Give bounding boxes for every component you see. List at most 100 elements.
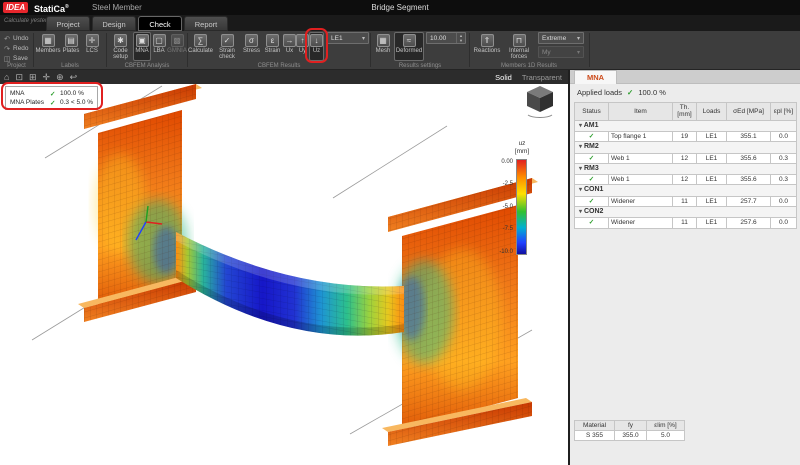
home-icon[interactable]: ⌂ bbox=[4, 70, 9, 84]
load-case-dropdown[interactable]: LE1▾ bbox=[327, 32, 369, 44]
pan-icon[interactable]: ✛ bbox=[43, 70, 51, 84]
brand-text: StatiCa bbox=[34, 4, 65, 14]
table-header-row: Status Item Th. [mm] Loads σEd [MPa] εpl… bbox=[575, 103, 797, 121]
deformed-button[interactable]: ≈Deformed bbox=[394, 32, 424, 61]
status-value: 100.0 % bbox=[60, 90, 84, 97]
cell-th: 19 bbox=[673, 131, 697, 141]
lba-button[interactable]: ▢LBA bbox=[151, 32, 167, 61]
cell-item: Widener bbox=[609, 218, 673, 228]
table-group-rm2[interactable]: ▾ RM2 bbox=[575, 142, 797, 153]
mesh-button[interactable]: ▦Mesh bbox=[372, 32, 394, 61]
code-setup-button[interactable]: ✱Code setup bbox=[108, 32, 133, 61]
collapse-icon[interactable]: ▾ bbox=[579, 144, 582, 150]
cell-loads: LE1 bbox=[697, 196, 727, 206]
table-row[interactable]: ✓ Widener 11 LE1 257.7 0.0 bbox=[575, 196, 797, 206]
previous-view-icon[interactable]: ↩ bbox=[70, 70, 78, 84]
table-row[interactable]: ✓ Web 1 12 LE1 355.6 0.3 bbox=[575, 153, 797, 163]
gmnia-label: GMNIA bbox=[167, 48, 187, 54]
ux-button[interactable]: →Ux bbox=[283, 32, 296, 61]
crossbeam-mesh[interactable] bbox=[176, 232, 404, 336]
plates-icon: ▤ bbox=[65, 34, 78, 47]
gmnia-button[interactable]: ▩GMNIA bbox=[167, 32, 187, 61]
table-row[interactable]: ✓ Web 1 12 LE1 355.6 0.3 bbox=[575, 175, 797, 185]
collapse-icon[interactable]: ▾ bbox=[579, 123, 582, 129]
uy-button[interactable]: ↑Uy bbox=[296, 32, 309, 61]
cell-eps: 0.0 bbox=[771, 131, 797, 141]
uz-button[interactable]: ↓Uz bbox=[309, 32, 324, 61]
internal-forces-icon: ⊓ bbox=[513, 34, 526, 47]
my-dropdown[interactable]: My▾ bbox=[538, 46, 584, 58]
calculate-icon: ∑ bbox=[194, 34, 207, 47]
zoom-in-icon[interactable]: ⊕ bbox=[56, 70, 64, 84]
app-window: IDEA StatiCa® Steel Member Bridge Segmen… bbox=[0, 0, 800, 465]
status-check-icon: ✓ bbox=[589, 198, 594, 205]
registered-mark: ® bbox=[65, 4, 69, 10]
fit-view-icon[interactable]: ⊡ bbox=[15, 70, 23, 84]
status-value: 0.3 < 5.0 % bbox=[60, 99, 93, 106]
collapse-icon[interactable]: ▾ bbox=[579, 187, 582, 193]
table-group-am1[interactable]: ▾ AM1 bbox=[575, 120, 797, 131]
ribbon-separator bbox=[370, 33, 371, 67]
ribbon-group-members-1d-results: ⇑Reactions ⊓Internal forces Extreme▾ My▾… bbox=[470, 31, 588, 70]
members-button[interactable]: ▦Members bbox=[36, 32, 60, 61]
reactions-button[interactable]: ⇑Reactions bbox=[472, 32, 502, 61]
collapse-icon[interactable]: ▾ bbox=[579, 209, 582, 215]
check-icon: ✓ bbox=[50, 99, 60, 107]
ribbon-group-results-settings: ▦Mesh ≈Deformed 10.00 ▴▾ Results setting… bbox=[372, 31, 468, 70]
transparent-mode-button[interactable]: Transparent bbox=[522, 73, 562, 82]
titlebar: IDEA StatiCa® Steel Member Bridge Segmen… bbox=[0, 0, 800, 15]
stress-button[interactable]: σStress bbox=[241, 32, 262, 61]
table-group-con2[interactable]: ▾ CON2 bbox=[575, 207, 797, 218]
lcs-button[interactable]: ✛LCS bbox=[82, 32, 102, 61]
tab-design[interactable]: Design bbox=[92, 16, 136, 31]
redo-button[interactable]: ↷Redo bbox=[3, 44, 29, 53]
col-loads: Loads bbox=[697, 103, 727, 121]
zoom-window-icon[interactable]: ⊞ bbox=[29, 70, 37, 84]
left-girder-mesh[interactable] bbox=[78, 84, 202, 322]
strain-button[interactable]: εStrain bbox=[262, 32, 283, 61]
legend-color-bar bbox=[516, 159, 527, 255]
save-icon: ◫ bbox=[3, 55, 11, 63]
col-sigma: σEd [MPa] bbox=[727, 103, 771, 121]
table-group-con1[interactable]: ▾ CON1 bbox=[575, 185, 797, 196]
group-name: CON1 bbox=[584, 186, 603, 193]
save-button[interactable]: ◫Save bbox=[3, 54, 29, 63]
tab-report[interactable]: Report bbox=[184, 16, 228, 31]
legend-tick: -5.0 bbox=[492, 204, 513, 210]
cell-sigma: 257.7 bbox=[727, 196, 771, 206]
group-name: RM3 bbox=[584, 165, 599, 172]
material-table: Material fy εlim [%] S 355 355.0 5.0 bbox=[574, 420, 685, 441]
internal-forces-button[interactable]: ⊓Internal forces bbox=[502, 32, 536, 61]
legend-tick: 0.00 bbox=[492, 159, 513, 165]
fem-model-scene[interactable] bbox=[0, 84, 568, 465]
plates-button[interactable]: ▤Plates bbox=[60, 32, 82, 61]
strain-check-button[interactable]: ✓Strain check bbox=[213, 32, 241, 61]
table-row[interactable]: ✓ Top flange 1 19 LE1 355.1 0.0 bbox=[575, 131, 797, 141]
calculate-button[interactable]: ∑Calculate bbox=[188, 32, 213, 61]
tab-mna-results[interactable]: MNA bbox=[574, 70, 617, 84]
undo-button[interactable]: ↶Undo bbox=[3, 34, 29, 43]
ribbon: ↶Undo ↷Redo ◫Save Project ▦Members ▤Plat… bbox=[0, 31, 800, 70]
cell-eps: 0.3 bbox=[771, 175, 797, 185]
stepper-down-icon[interactable]: ▾ bbox=[457, 38, 465, 43]
col-item: Item bbox=[609, 103, 673, 121]
extreme-dropdown[interactable]: Extreme▾ bbox=[538, 32, 584, 44]
tab-check[interactable]: Check bbox=[138, 16, 182, 31]
stress-icon: σ bbox=[245, 34, 258, 47]
view-cube-gizmo[interactable] bbox=[522, 84, 558, 118]
mna-button[interactable]: ▣MNA bbox=[133, 32, 151, 61]
cell-sigma: 355.6 bbox=[727, 175, 771, 185]
solid-mode-button[interactable]: Solid bbox=[495, 73, 512, 82]
lba-icon: ▢ bbox=[153, 34, 166, 47]
legend-tick: -10.0 bbox=[492, 249, 513, 255]
model-viewport[interactable]: ⌂ ⊡ ⊞ ✛ ⊕ ↩ Solid Transparent bbox=[0, 70, 568, 465]
table-group-rm3[interactable]: ▾ RM3 bbox=[575, 163, 797, 174]
group-name: CON2 bbox=[584, 208, 603, 215]
code-setup-label: Code setup bbox=[109, 48, 132, 61]
collapse-icon[interactable]: ▾ bbox=[579, 166, 582, 172]
legend-title: uz bbox=[510, 140, 534, 148]
tab-project[interactable]: Project bbox=[46, 16, 90, 31]
table-row[interactable]: ✓ Widener 11 LE1 257.6 0.0 bbox=[575, 218, 797, 228]
deformed-scale-stepper[interactable]: 10.00 ▴▾ bbox=[426, 32, 466, 44]
col-eps-lim: εlim [%] bbox=[647, 421, 685, 431]
